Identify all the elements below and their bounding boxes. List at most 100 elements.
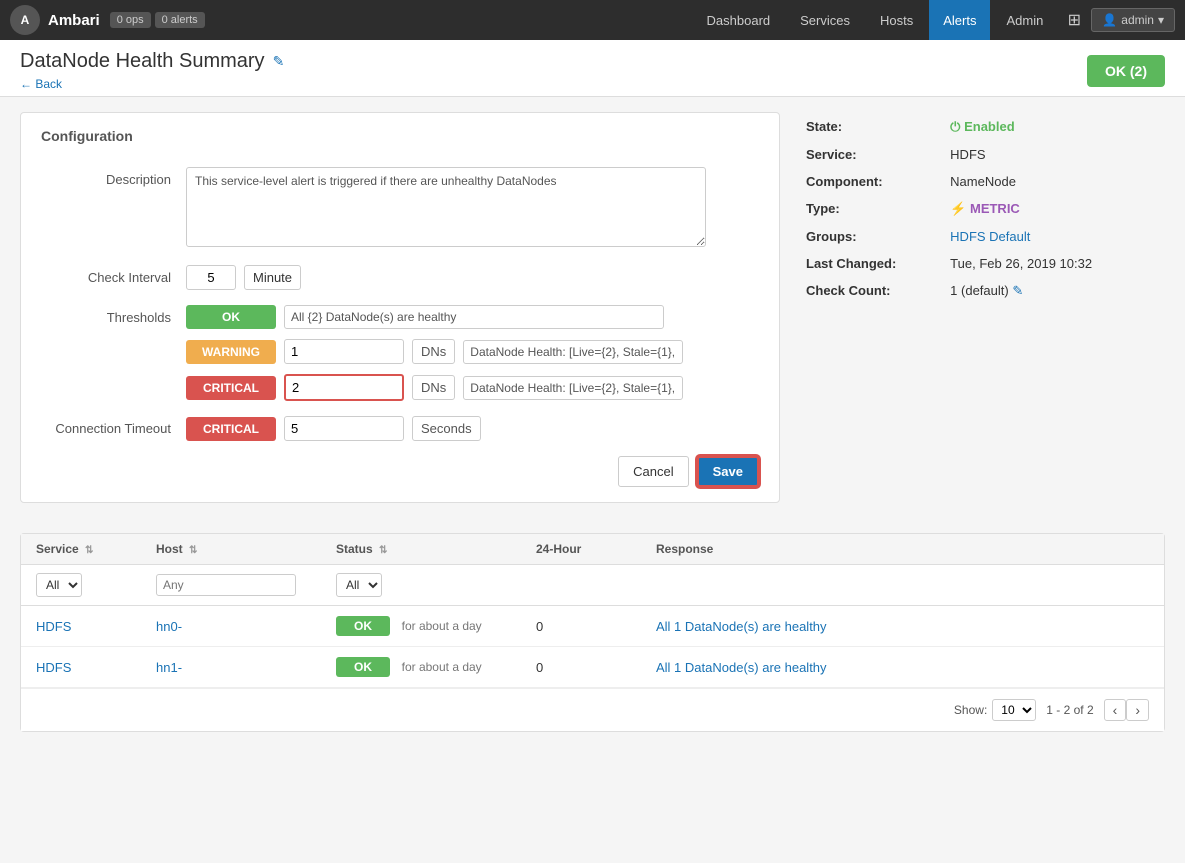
- service-label: Service:: [802, 142, 944, 167]
- nav-admin[interactable]: Admin: [992, 0, 1057, 40]
- row1-service-link[interactable]: HDFS: [36, 619, 71, 634]
- conn-timeout-label: Connection Timeout: [41, 416, 171, 436]
- service-filter-cell: All: [36, 573, 156, 597]
- pagination-row: Show: 10 25 50 1 - 2 of 2 ‹ ›: [21, 688, 1164, 731]
- check-interval-value: Minute: [186, 265, 759, 290]
- page-title-text: DataNode Health Summary: [20, 50, 265, 73]
- sort-status-icon[interactable]: ⇅: [379, 545, 387, 556]
- row2-status-badge: OK: [336, 657, 390, 677]
- row2-response: All 1 DataNode(s) are healthy: [656, 660, 1149, 675]
- row1-response: All 1 DataNode(s) are healthy: [656, 619, 1149, 634]
- warning-threshold-input[interactable]: [284, 339, 404, 364]
- description-value: [186, 167, 759, 250]
- nav-dashboard[interactable]: Dashboard: [693, 0, 785, 40]
- warning-threshold-btn: WARNING: [186, 340, 276, 364]
- host-filter-input[interactable]: [156, 574, 296, 596]
- ops-badge[interactable]: 0 ops: [110, 12, 151, 28]
- grid-icon[interactable]: ⊞: [1059, 5, 1089, 35]
- nav-hosts[interactable]: Hosts: [866, 0, 927, 40]
- brand-logo-area[interactable]: A Ambari: [10, 5, 100, 35]
- info-section: State: ⏻ Enabled Service: HDFS Component…: [800, 112, 1165, 518]
- thresholds-label: Thresholds: [41, 305, 171, 325]
- top-navigation: A Ambari 0 ops 0 alerts Dashboard Servic…: [0, 0, 1185, 40]
- row2-host: hn1-: [156, 660, 336, 675]
- ok-threshold-text[interactable]: [284, 305, 664, 329]
- nav-services[interactable]: Services: [786, 0, 864, 40]
- type-value: ⚡ METRIC: [946, 196, 1163, 222]
- row2-duration: for about a day: [402, 660, 482, 674]
- row2-host-link[interactable]: hn1-: [156, 660, 182, 675]
- groups-label: Groups:: [802, 224, 944, 249]
- check-count-edit-icon[interactable]: ✎: [1012, 283, 1023, 298]
- row2-service-link[interactable]: HDFS: [36, 660, 71, 675]
- thresholds-area: OK WARNING DNs CRITICAL: [186, 305, 759, 401]
- conn-timeout-input[interactable]: [284, 416, 404, 441]
- last-changed-label: Last Changed:: [802, 251, 944, 276]
- row1-status: OK for about a day: [336, 616, 536, 636]
- check-interval-row: Check Interval Minute: [41, 265, 759, 290]
- prev-page-button[interactable]: ‹: [1104, 699, 1127, 721]
- threshold-ok-row: OK: [186, 305, 759, 329]
- sort-service-icon[interactable]: ⇅: [85, 545, 93, 556]
- page-title: DataNode Health Summary ✎: [20, 50, 284, 73]
- groups-value[interactable]: HDFS Default: [946, 224, 1163, 249]
- save-button[interactable]: Save: [697, 456, 759, 487]
- user-icon: 👤: [1102, 13, 1117, 27]
- row1-response-link[interactable]: All 1 DataNode(s) are healthy: [656, 619, 827, 634]
- critical-threshold-btn: CRITICAL: [186, 376, 276, 400]
- thresholds-row: Thresholds OK WARNING DNs: [41, 305, 759, 401]
- admin-menu-button[interactable]: 👤 admin ▾: [1091, 8, 1175, 32]
- critical-threshold-input[interactable]: [284, 374, 404, 401]
- service-filter-select[interactable]: All: [36, 573, 82, 597]
- threshold-critical-row: CRITICAL DNs: [186, 374, 759, 401]
- info-type-row: Type: ⚡ METRIC: [802, 196, 1163, 222]
- check-interval-unit: Minute: [244, 265, 301, 290]
- page-size-select[interactable]: 10 25 50: [992, 699, 1036, 721]
- host-filter-cell: [156, 574, 336, 596]
- description-row: Description: [41, 167, 759, 250]
- ok-status-badge[interactable]: OK (2): [1087, 55, 1165, 87]
- row1-host: hn0-: [156, 619, 336, 634]
- component-label: Component:: [802, 169, 944, 194]
- info-component-row: Component: NameNode: [802, 169, 1163, 194]
- th-service: Service ⇅: [36, 542, 156, 556]
- type-label: Type:: [802, 196, 944, 222]
- threshold-warning-row: WARNING DNs: [186, 339, 759, 364]
- info-last-changed-row: Last Changed: Tue, Feb 26, 2019 10:32: [802, 251, 1163, 276]
- show-label: Show:: [954, 703, 987, 717]
- alerts-badge[interactable]: 0 alerts: [155, 12, 205, 28]
- ok-threshold-btn: OK: [186, 305, 276, 329]
- warning-unit: DNs: [412, 339, 455, 364]
- description-textarea[interactable]: [186, 167, 706, 247]
- conn-timeout-value: CRITICAL Seconds: [186, 416, 759, 441]
- page-header: DataNode Health Summary ✎ Back OK (2): [0, 40, 1185, 97]
- row1-24h: 0: [536, 619, 656, 634]
- table-header: Service ⇅ Host ⇅ Status ⇅ 24-Hour Respon…: [21, 534, 1164, 565]
- alerts-table-section: Service ⇅ Host ⇅ Status ⇅ 24-Hour Respon…: [20, 533, 1165, 732]
- table-filter-row: All All: [21, 565, 1164, 606]
- row1-host-link[interactable]: hn0-: [156, 619, 182, 634]
- config-title: Configuration: [41, 128, 759, 152]
- next-page-button[interactable]: ›: [1126, 699, 1149, 721]
- info-service-row: Service: HDFS: [802, 142, 1163, 167]
- description-label: Description: [41, 167, 171, 187]
- last-changed-value: Tue, Feb 26, 2019 10:32: [946, 251, 1163, 276]
- cancel-button[interactable]: Cancel: [618, 456, 688, 487]
- warning-threshold-text[interactable]: [463, 340, 683, 364]
- table-row: HDFS hn0- OK for about a day 0 All 1 Dat…: [21, 606, 1164, 647]
- form-buttons: Cancel Save: [41, 456, 759, 487]
- critical-threshold-text[interactable]: [463, 376, 683, 400]
- row2-status: OK for about a day: [336, 657, 536, 677]
- check-interval-input[interactable]: [186, 265, 236, 290]
- check-count-label: Check Count:: [802, 278, 944, 304]
- row2-response-link[interactable]: All 1 DataNode(s) are healthy: [656, 660, 827, 675]
- info-table: State: ⏻ Enabled Service: HDFS Component…: [800, 112, 1165, 306]
- brand-name: Ambari: [48, 12, 100, 29]
- config-section: Configuration Description Check Interval…: [20, 112, 780, 518]
- status-filter-select[interactable]: All: [336, 573, 382, 597]
- back-link[interactable]: Back: [20, 77, 284, 91]
- edit-title-icon[interactable]: ✎: [273, 53, 285, 70]
- main-content: Configuration Description Check Interval…: [0, 97, 1185, 747]
- sort-host-icon[interactable]: ⇅: [189, 545, 197, 556]
- nav-alerts[interactable]: Alerts: [929, 0, 990, 40]
